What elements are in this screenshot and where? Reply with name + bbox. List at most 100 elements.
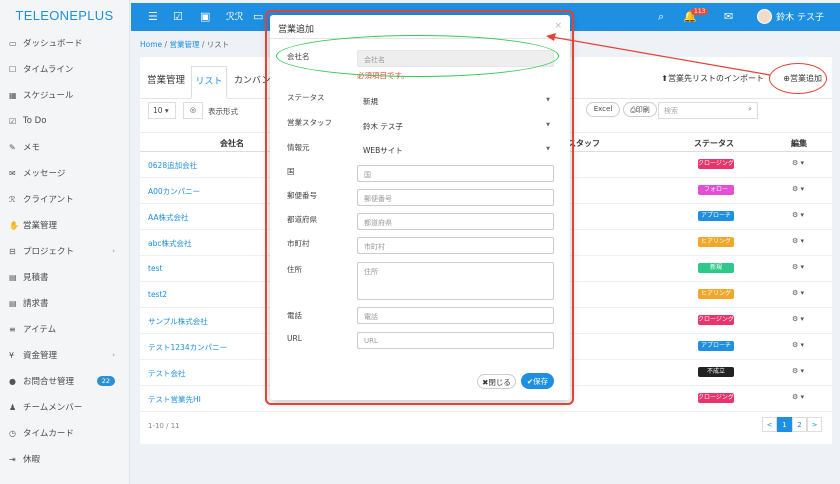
nav-icon: ℛ xyxy=(9,194,16,204)
status-badge: 新規 xyxy=(698,263,734,273)
excel-button[interactable]: Excel xyxy=(586,102,620,117)
clients-icon[interactable]: ℛℛ xyxy=(226,10,244,23)
col-status[interactable]: ステータス xyxy=(694,138,734,149)
app-logo[interactable]: TELEONEPLUS xyxy=(0,0,129,30)
company-link[interactable]: AA株式会社 xyxy=(148,212,188,223)
user-name: 鈴木 テス子 xyxy=(776,13,824,23)
notification-badge: 113 xyxy=(691,8,709,15)
sidebar-item-label: 営業管理 xyxy=(23,221,58,231)
breadcrumb-section[interactable]: 営業管理 xyxy=(169,40,199,49)
nav-icon: ≡ xyxy=(9,324,16,334)
upload-icon: ⬆ xyxy=(661,74,668,83)
sidebar-item-label: チームメンバー xyxy=(23,403,83,413)
search-placeholder: 検索 xyxy=(664,107,678,115)
mail-icon[interactable]: ✉ xyxy=(724,10,733,23)
col-edit: 編集 xyxy=(791,139,807,148)
company-link[interactable]: abc株式会社 xyxy=(148,238,191,249)
sidebar-item[interactable]: ⇥ 休暇 xyxy=(0,446,129,472)
sidebar-item[interactable]: ▭ ダッシュボード xyxy=(0,30,129,56)
menu-icon[interactable]: ☰ xyxy=(148,10,158,23)
gear-icon[interactable]: ⚙ ▾ xyxy=(792,367,804,375)
sidebar-item[interactable]: ◷ タイムカード xyxy=(0,420,129,446)
sidebar-item[interactable]: ≡ アイテム xyxy=(0,316,129,342)
sidebar-item[interactable]: ▦ スケジュール xyxy=(0,82,129,108)
bell-icon[interactable]: 🔔 113 xyxy=(683,8,709,23)
gear-icon[interactable]: ⚙ ▾ xyxy=(792,211,804,219)
briefcase-icon[interactable]: ▣ xyxy=(200,10,210,23)
sidebar-item[interactable]: ● お問合せ管理 22 xyxy=(0,368,129,394)
breadcrumb: Home / 営業管理 / リスト xyxy=(140,39,229,50)
sidebar-item[interactable]: ✎ メモ xyxy=(0,134,129,160)
status-badge: ヒアリング xyxy=(698,289,734,299)
nav-icon: ♟ xyxy=(9,402,17,412)
sidebar-item[interactable]: ☑ To Do xyxy=(0,108,129,134)
status-badge: 不成立 xyxy=(698,367,734,377)
todo-icon[interactable]: ☑ xyxy=(173,10,183,23)
pager-button[interactable]: < xyxy=(762,417,777,432)
monitor-icon[interactable]: ▭ xyxy=(253,10,263,23)
company-link[interactable]: テスト会社 xyxy=(148,368,186,379)
pager-button[interactable]: 2 xyxy=(792,417,807,432)
import-link[interactable]: ⬆営業先リストのインポート xyxy=(661,73,764,84)
col-name[interactable]: 会社名 xyxy=(220,138,244,149)
nav-icon: ¥ xyxy=(9,350,15,360)
display-format-label[interactable]: 表示形式 xyxy=(208,106,238,117)
nav-icon: ▤ xyxy=(9,298,17,308)
pager-button[interactable]: > xyxy=(807,417,822,432)
nav-icon: ◷ xyxy=(9,428,16,438)
sidebar-item-label: プロジェクト xyxy=(23,247,75,257)
company-link[interactable]: test2 xyxy=(148,290,167,299)
search-icon[interactable]: ⌕ xyxy=(658,10,664,24)
company-link[interactable]: A00カンパニー xyxy=(148,186,200,197)
breadcrumb-home[interactable]: Home xyxy=(140,40,162,49)
sidebar-item-label: 資金管理 xyxy=(23,351,58,361)
sidebar-item-label: 休暇 xyxy=(23,455,41,465)
company-link[interactable]: テスト営業先HI xyxy=(148,394,201,405)
nav-icon: ⇥ xyxy=(9,454,16,464)
sidebar-item[interactable]: ✋ 営業管理 xyxy=(0,212,129,238)
gear-icon[interactable]: ⚙ ▾ xyxy=(792,341,804,349)
nav-icon: ☐ xyxy=(9,64,17,74)
sidebar-item[interactable]: ♟ チームメンバー xyxy=(0,394,129,420)
sidebar-item-label: タイムカード xyxy=(23,429,74,439)
nav-icon: ✋ xyxy=(9,220,19,230)
gear-icon[interactable]: ⚙ ▾ xyxy=(792,263,804,271)
search-input[interactable]: 検索 ⌕ xyxy=(658,102,758,119)
sidebar-item[interactable]: ☐ タイムライン xyxy=(0,56,129,82)
sidebar-item[interactable]: ⊟ プロジェクト › xyxy=(0,238,129,264)
breadcrumb-current: リスト xyxy=(206,40,230,49)
nav-icon: ⊟ xyxy=(9,246,16,256)
sidebar-item-label: メッセージ xyxy=(23,169,66,179)
sidebar-item[interactable]: ✉ メッセージ xyxy=(0,160,129,186)
pager-button[interactable]: 1 xyxy=(777,417,792,432)
breadcrumb-sep: / xyxy=(199,40,207,49)
annotation-company-oval xyxy=(276,35,559,77)
pager-info: 1-10 / 11 xyxy=(148,422,180,430)
sidebar-item[interactable]: ▤ 請求書 xyxy=(0,290,129,316)
gear-icon[interactable]: ⚙ ▾ xyxy=(792,289,804,297)
sidebar-item[interactable]: ¥ 資金管理 › xyxy=(0,342,129,368)
gear-icon[interactable]: ⚙ ▾ xyxy=(792,315,804,323)
gear-icon[interactable]: ⚙ ▾ xyxy=(792,237,804,245)
eye-off-icon[interactable]: ◎ xyxy=(183,102,203,119)
sidebar-item-label: 見積書 xyxy=(23,273,49,283)
status-badge: クロージング xyxy=(698,159,734,169)
page-size-select[interactable]: 10 ▾ xyxy=(148,102,176,119)
sidebar-item[interactable]: ▤ 見積書 xyxy=(0,264,129,290)
status-badge: クロージング xyxy=(698,393,734,403)
tab-list[interactable]: リスト xyxy=(191,66,227,99)
gear-icon[interactable]: ⚙ ▾ xyxy=(792,159,804,167)
sidebar-item-label: お問合せ管理 xyxy=(23,377,75,387)
company-link[interactable]: テスト1234カンパニー xyxy=(148,342,227,353)
import-label: 営業先リストのインポート xyxy=(668,74,764,83)
print-button[interactable]: ⎙印刷 xyxy=(623,102,657,117)
company-link[interactable]: サンプル株式会社 xyxy=(148,316,208,327)
sidebar-item-label: メモ xyxy=(23,143,41,153)
gear-icon[interactable]: ⚙ ▾ xyxy=(792,185,804,193)
user-menu[interactable]: 鈴木 テス子 xyxy=(757,9,824,24)
sidebar-item[interactable]: ℛ クライアント xyxy=(0,186,129,212)
gear-icon[interactable]: ⚙ ▾ xyxy=(792,393,804,401)
company-link[interactable]: test xyxy=(148,264,162,273)
status-badge: アプローチ xyxy=(698,341,734,351)
company-link[interactable]: 0628追加会社 xyxy=(148,160,197,171)
